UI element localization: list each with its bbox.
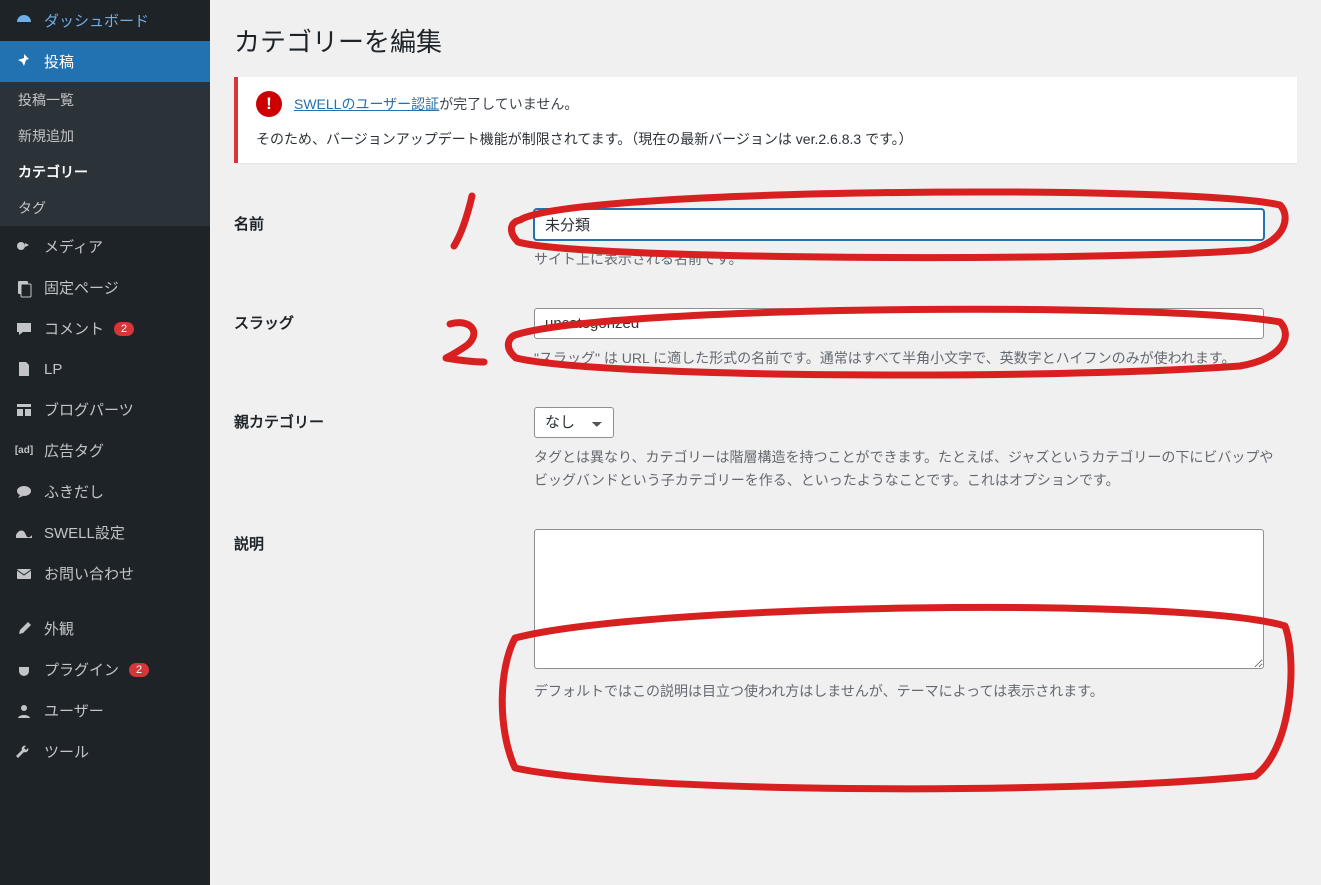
- gauge-icon: [14, 11, 34, 31]
- sidebar-item-speech[interactable]: ふきだし: [0, 471, 210, 512]
- submenu-item-all-posts[interactable]: 投稿一覧: [0, 82, 210, 118]
- name-description: サイト上に表示される名前です。: [534, 248, 1274, 272]
- name-label: 名前: [234, 191, 534, 290]
- sidebar-item-label: メディア: [44, 236, 103, 257]
- sidebar-item-label: ブログパーツ: [44, 399, 134, 420]
- warning-icon: !: [256, 91, 282, 117]
- submenu-item-new-post[interactable]: 新規追加: [0, 118, 210, 154]
- media-icon: [14, 237, 34, 257]
- sidebar-item-label: お問い合わせ: [44, 563, 134, 584]
- parent-label: 親カテゴリー: [234, 389, 534, 512]
- parent-select[interactable]: なし: [534, 407, 614, 438]
- sidebar-item-label: LP: [44, 361, 62, 378]
- sidebar-item-users[interactable]: ユーザー: [0, 690, 210, 731]
- parent-description: タグとは異なり、カテゴリーは階層構造を持つことができます。たとえば、ジャズという…: [534, 446, 1274, 494]
- plug-icon: [14, 660, 34, 680]
- mail-icon: [14, 564, 34, 584]
- bubble-icon: [14, 482, 34, 502]
- sidebar-item-contact[interactable]: お問い合わせ: [0, 553, 210, 594]
- sidebar-item-lp[interactable]: LP: [0, 349, 210, 389]
- sidebar-item-label: コメント: [44, 318, 104, 339]
- main-content: カテゴリーを編集 ! SWELLのユーザー認証が完了していません。 そのため、バ…: [210, 0, 1321, 885]
- sidebar-posts-submenu: 投稿一覧 新規追加 カテゴリー タグ: [0, 82, 210, 226]
- sidebar-item-comments[interactable]: コメント 2: [0, 308, 210, 349]
- sidebar-item-label: ふきだし: [44, 481, 104, 502]
- sidebar-item-appearance[interactable]: 外観: [0, 608, 210, 649]
- sidebar-item-label: 投稿: [44, 51, 74, 72]
- description-description: デフォルトではこの説明は目立つ使われ方はしませんが、テーマによっては表示されます…: [534, 680, 1274, 704]
- sidebar-item-adtag[interactable]: [ad] 広告タグ: [0, 430, 210, 471]
- sidebar-item-label: ユーザー: [44, 700, 104, 721]
- slug-label: スラッグ: [234, 290, 534, 389]
- sidebar-item-label: 外観: [44, 618, 74, 639]
- name-input[interactable]: [534, 209, 1264, 240]
- brush-icon: [14, 619, 34, 639]
- ad-icon: [ad]: [14, 441, 34, 461]
- comments-count-badge: 2: [114, 322, 134, 336]
- sidebar-item-label: 広告タグ: [44, 440, 104, 461]
- page-title: カテゴリーを編集: [234, 0, 1297, 77]
- submenu-item-tags[interactable]: タグ: [0, 190, 210, 226]
- sidebar-item-swell[interactable]: SWELL設定: [0, 512, 210, 553]
- sidebar-item-label: SWELL設定: [44, 522, 125, 543]
- sidebar-item-dashboard[interactable]: ダッシュボード: [0, 0, 210, 41]
- user-icon: [14, 701, 34, 721]
- sidebar-item-tools[interactable]: ツール: [0, 731, 210, 772]
- sidebar-item-label: ツール: [44, 741, 89, 762]
- sidebar-item-plugins[interactable]: プラグイン 2: [0, 649, 210, 690]
- sidebar-item-label: 固定ページ: [44, 277, 119, 298]
- pages-icon: [14, 278, 34, 298]
- sidebar-item-label: プラグイン: [44, 659, 119, 680]
- slug-input[interactable]: [534, 308, 1264, 339]
- sidebar-item-label: ダッシュボード: [44, 10, 149, 31]
- plugins-count-badge: 2: [129, 663, 149, 677]
- grid-icon: [14, 400, 34, 420]
- comment-icon: [14, 319, 34, 339]
- sidebar-item-posts[interactable]: 投稿: [0, 41, 210, 82]
- wrench-icon: [14, 742, 34, 762]
- sidebar-item-pages[interactable]: 固定ページ: [0, 267, 210, 308]
- sidebar-item-blogparts[interactable]: ブログパーツ: [0, 389, 210, 430]
- notice-text-line1: SWELLのユーザー認証が完了していません。: [294, 94, 578, 114]
- notice-text-line2: そのため、バージョンアップデート機能が制限されてます。（現在の最新バージョンは …: [256, 129, 1279, 149]
- swell-auth-notice: ! SWELLのユーザー認証が完了していません。 そのため、バージョンアップデー…: [234, 77, 1297, 163]
- description-textarea[interactable]: [534, 529, 1264, 669]
- submenu-item-categories[interactable]: カテゴリー: [0, 154, 210, 190]
- admin-sidebar: ダッシュボード 投稿 投稿一覧 新規追加 カテゴリー タグ メディア 固定ページ…: [0, 0, 210, 885]
- swell-icon: [14, 523, 34, 543]
- doc-icon: [14, 359, 34, 379]
- description-label: 説明: [234, 511, 534, 722]
- swell-auth-link[interactable]: SWELLのユーザー認証: [294, 96, 439, 112]
- slug-description: "スラッグ" は URL に適した形式の名前です。通常はすべて半角小文字で、英数…: [534, 347, 1274, 371]
- edit-category-form: 名前 サイト上に表示される名前です。 スラッグ "スラッグ" は URL に適し…: [234, 191, 1297, 722]
- sidebar-item-media[interactable]: メディア: [0, 226, 210, 267]
- pin-icon: [14, 52, 34, 72]
